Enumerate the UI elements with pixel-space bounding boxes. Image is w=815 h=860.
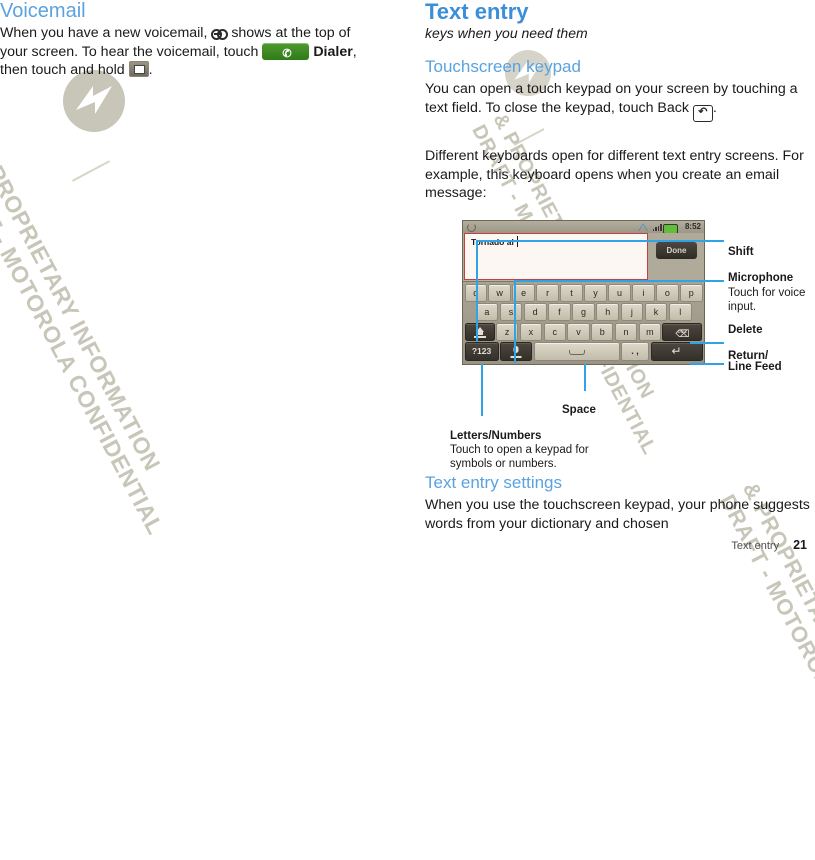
keyboard-row-4: ?123 . , ↵ <box>463 342 704 361</box>
key-u[interactable]: u <box>608 283 631 302</box>
onscreen-keyboard: q w e r t y u i o p a s d f g h j k l <box>463 281 704 364</box>
punctuation-key[interactable]: . , <box>621 342 649 361</box>
heading-text-entry-settings: Text entry settings <box>425 473 563 492</box>
keyboard-row-1: q w e r t y u i o p <box>463 283 704 302</box>
page-footer: Text entry 21 <box>731 538 807 552</box>
callout-line-mic-v <box>514 280 516 363</box>
key-i[interactable]: i <box>632 283 655 302</box>
key-t[interactable]: t <box>560 283 583 302</box>
return-arrow-icon: ↵ <box>671 344 682 358</box>
watermark-right-bottom-line2: & PROPRIETARY INFORMATION <box>737 478 815 799</box>
touchscreen-keypad-paragraph-2: Different keyboards open for different t… <box>425 148 804 201</box>
text-entry-settings-paragraph: When you use the touchscreen keypad, you… <box>425 497 810 532</box>
callout-title-microphone: Microphone <box>728 272 794 284</box>
return-key[interactable]: ↵ <box>650 342 703 361</box>
footer-section: Text entry <box>731 540 780 552</box>
callout-title-space: Space <box>562 404 596 416</box>
key-j[interactable]: j <box>620 303 644 321</box>
key-v[interactable]: v <box>567 322 590 341</box>
watermark-left-line1: DRAFT - MOTOROLA CONFIDENTIAL <box>0 152 169 539</box>
signal-bars-icon <box>652 224 662 231</box>
status-clock: 8:52 <box>684 222 701 231</box>
symbols-key[interactable]: ?123 <box>464 342 499 361</box>
key-o[interactable]: o <box>656 283 679 302</box>
key-a[interactable]: a <box>475 303 499 321</box>
backspace-icon: ⌫ <box>675 328 690 340</box>
microphone-key[interactable] <box>500 342 532 361</box>
phone-handset-icon: ✆ <box>282 47 292 60</box>
key-m[interactable]: m <box>638 322 661 341</box>
key-p[interactable]: p <box>680 283 703 302</box>
key-k[interactable]: k <box>644 303 668 321</box>
tk-text-1: You can open a touch keypad on your scre… <box>425 81 798 116</box>
manual-page: & PROPRIETARY INFORMATION DRAFT - MOTORO… <box>0 0 815 860</box>
voicemail-envelope-key-icon <box>128 61 149 77</box>
key-r[interactable]: r <box>536 283 559 302</box>
dialer-label: Dialer <box>313 43 353 60</box>
callout-line-shift-v <box>476 240 478 342</box>
space-bar-icon <box>568 350 585 355</box>
heading-touchscreen-keypad: Touchscreen keypad <box>425 57 581 76</box>
page-title-text-entry: Text entry <box>425 0 529 24</box>
watermark-tick <box>71 160 111 182</box>
watermark-left-line2: & PROPRIETARY INFORMATION <box>0 140 166 476</box>
shift-key[interactable] <box>464 322 495 341</box>
key-w[interactable]: w <box>488 283 511 302</box>
key-b[interactable]: b <box>591 322 614 341</box>
keyboard-row-3: z x c v b n m DEL ⌫ <box>463 322 704 341</box>
key-y[interactable]: y <box>584 283 607 302</box>
callout-line-mic-h <box>514 280 724 282</box>
callout-line-delete <box>690 342 724 344</box>
callout-title-return-2: Line Feed <box>728 361 782 373</box>
footer-page-number: 21 <box>793 538 807 552</box>
key-d[interactable]: d <box>523 303 547 321</box>
callout-desc-microphone: Touch for voice input. <box>728 287 806 313</box>
callout-line-symbols <box>481 364 483 416</box>
key-c[interactable]: c <box>543 322 566 341</box>
callout-line-return <box>690 363 724 365</box>
voicemail-tape-icon <box>211 27 229 40</box>
key-f[interactable]: f <box>548 303 571 321</box>
delete-key[interactable]: DEL ⌫ <box>662 322 703 341</box>
key-n[interactable]: n <box>614 322 638 341</box>
callout-desc-letters-numbers: Touch to open a keypad for symbols or nu… <box>450 444 589 470</box>
key-h[interactable]: h <box>596 303 620 321</box>
key-l[interactable]: l <box>668 303 692 321</box>
callout-line-space <box>584 364 586 391</box>
space-key[interactable] <box>533 342 620 361</box>
warning-triangle-icon <box>638 223 648 231</box>
key-g[interactable]: g <box>572 303 595 321</box>
watermark-left: & PROPRIETARY INFORMATION DRAFT - MOTORO… <box>0 140 193 539</box>
callout-title-delete: Delete <box>728 324 763 336</box>
key-x[interactable]: x <box>519 322 543 341</box>
callout-line-shift-h <box>476 240 724 242</box>
sync-icon <box>467 223 476 232</box>
callout-title-shift: Shift <box>728 246 754 258</box>
back-arrow-icon: ↶ <box>692 104 713 122</box>
dialer-button-icon[interactable]: ✆ <box>262 42 310 60</box>
battery-full-icon <box>663 223 678 234</box>
key-s[interactable]: s <box>499 303 523 321</box>
voicemail-text-4: . <box>148 62 153 78</box>
voicemail-paragraph: When you have a new voicemail, shows at … <box>0 24 378 80</box>
voicemail-text-1: When you have a new voicemail, <box>0 25 208 41</box>
tk-text-2: . <box>712 99 717 116</box>
watermark-right-bottom: & PROPRIETARY INFORMATION DRAFT - MOTORO… <box>714 478 815 860</box>
callout-title-letters-numbers: Letters/Numbers <box>450 430 542 442</box>
page-title-voicemail: Voicemail <box>0 0 86 22</box>
done-button[interactable]: Done <box>656 242 697 259</box>
touchscreen-keypad-paragraph-1: You can open a touch keypad on your scre… <box>425 80 811 122</box>
keyboard-row-2: a s d f g h j k l <box>474 303 693 321</box>
watermark-tick-2 <box>513 128 545 146</box>
text-entry-subtitle: keys when you need them <box>425 25 588 41</box>
